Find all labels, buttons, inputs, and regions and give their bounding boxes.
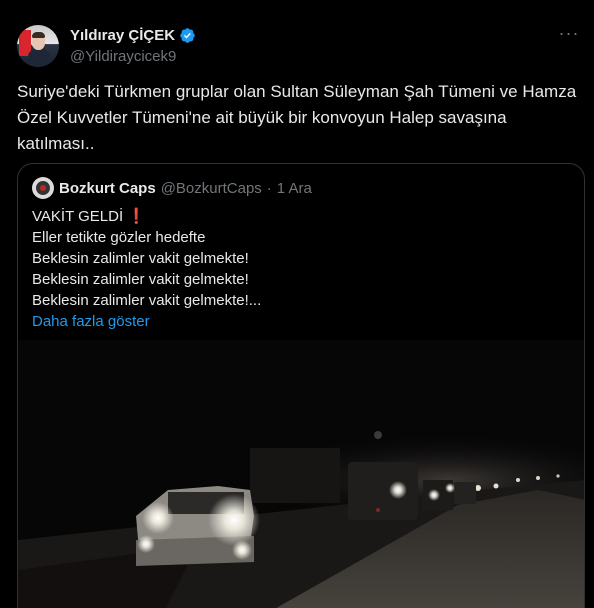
quoted-tweet-date[interactable]: 1 Ara	[277, 180, 312, 197]
author-avatar[interactable]	[17, 25, 59, 67]
author-name-row: Yıldıray ÇİÇEK	[70, 27, 196, 44]
quoted-line: Beklesin zalimler vakit gelmekte!	[32, 250, 249, 267]
quoted-line: Eller tetikte gözler hedefte	[32, 229, 206, 246]
quoted-author-handle[interactable]: @BozkurtCaps	[161, 180, 262, 197]
tweet: Yıldıray ÇİÇEK @Yildiraycicek9 ··· Suriy…	[0, 0, 594, 608]
quoted-author-name[interactable]: Bozkurt Caps	[59, 180, 156, 197]
show-more-link[interactable]: Daha fazla göster	[32, 311, 572, 332]
author-handle[interactable]: @Yildiraycicek9	[70, 48, 176, 65]
more-options-icon[interactable]: ···	[558, 24, 580, 46]
quoted-author-avatar[interactable]	[32, 177, 54, 199]
quoted-tweet-text: VAKİT GELDİ ❗ Eller tetikte gözler hedef…	[32, 206, 572, 332]
author-display-name[interactable]: Yıldıray ÇİÇEK	[70, 27, 175, 44]
quoted-tweet-header: Bozkurt Caps @BozkurtCaps · 1 Ara	[32, 177, 312, 199]
quoted-title: VAKİT GELDİ	[32, 208, 124, 225]
verified-badge-icon	[180, 28, 195, 43]
quoted-title-line: VAKİT GELDİ ❗	[32, 206, 572, 227]
quoted-tweet[interactable]: Bozkurt Caps @BozkurtCaps · 1 Ara VAKİT …	[17, 163, 585, 608]
quoted-tweet-video[interactable]	[18, 340, 584, 608]
quoted-line: Beklesin zalimler vakit gelmekte!...	[32, 292, 262, 309]
separator-dot: ·	[266, 179, 272, 197]
night-convoy-image	[18, 340, 584, 608]
exclamation-emoji-icon: ❗	[127, 208, 147, 225]
quoted-line: Beklesin zalimler vakit gelmekte!	[32, 271, 249, 288]
tweet-text: Suriye'deki Türkmen gruplar olan Sultan …	[17, 82, 577, 153]
